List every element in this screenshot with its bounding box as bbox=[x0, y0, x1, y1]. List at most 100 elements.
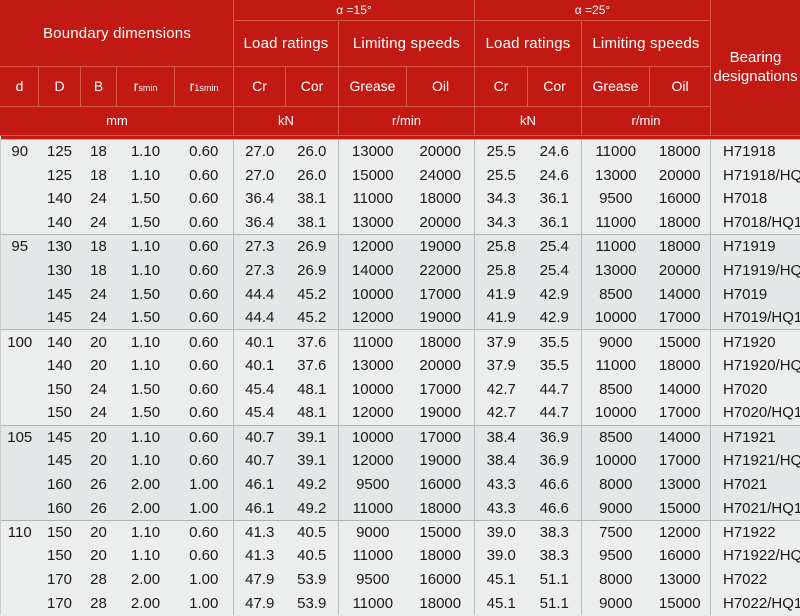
r1smin-sub: 1smin bbox=[194, 83, 219, 94]
header-col-cr-25: Cr bbox=[474, 66, 528, 107]
cell-bore-diameter bbox=[0, 282, 39, 307]
cell-bore-diameter bbox=[0, 401, 39, 426]
table-row[interactable]: 150 24 1.50 0.60 45.4 48.1 12000 19000 42.7 44.7 1… bbox=[0, 401, 800, 426]
table-row[interactable]: 145 24 1.50 0.60 44.4 45.2 12000 19000 41.9 42.9 1… bbox=[0, 306, 800, 330]
header-col-oil-25: Oil bbox=[649, 66, 711, 107]
table-row[interactable]: 125 18 1.10 0.60 27.0 26.0 15000 24000 25.5 24.6 1… bbox=[0, 163, 800, 188]
table-row[interactable]: 160 26 2.00 1.00 46.1 49.2 11000 18000 43.3 46.6 9… bbox=[0, 496, 800, 521]
cell-cor-25: 36.9 bbox=[527, 448, 582, 473]
cell-grease-15: 9500 bbox=[338, 472, 407, 497]
cell-cor-25: 36.1 bbox=[527, 187, 582, 211]
cell-rsmin: 1.10 bbox=[116, 234, 175, 259]
cell-width: 18 bbox=[80, 163, 117, 188]
cell-width: 24 bbox=[80, 210, 117, 235]
cell-outside-diameter: 150 bbox=[38, 401, 81, 426]
cell-grease-25: 13000 bbox=[581, 163, 650, 188]
cell-r1smin: 1.00 bbox=[174, 567, 234, 592]
cell-cor-15: 49.2 bbox=[285, 472, 339, 497]
cell-cor-25: 51.1 bbox=[527, 591, 582, 616]
cell-bore-diameter bbox=[0, 496, 39, 521]
cell-grease-15: 10000 bbox=[338, 424, 407, 449]
cell-oil-25: 15000 bbox=[649, 496, 711, 521]
cell-grease-15: 14000 bbox=[338, 258, 407, 283]
cell-cr-25: 45.1 bbox=[474, 591, 528, 616]
cell-cr-25: 41.9 bbox=[474, 282, 528, 307]
header-unit-kn-15: kN bbox=[233, 106, 339, 136]
cell-bore-diameter bbox=[0, 210, 39, 235]
cell-cr-25: 42.7 bbox=[474, 401, 528, 426]
cell-bore-diameter bbox=[0, 353, 39, 378]
header-load-ratings-15: Load ratings bbox=[233, 20, 339, 67]
table-row[interactable]: 150 20 1.10 0.60 41.3 40.5 11000 18000 39.0 38.3 9… bbox=[0, 544, 800, 568]
cell-cor-15: 26.9 bbox=[285, 234, 339, 259]
cell-outside-diameter: 130 bbox=[38, 234, 81, 259]
cell-bearing-designation: H7020/HQ1 bbox=[710, 401, 800, 426]
table-row[interactable]: 100 140 20 1.10 0.60 40.1 37.6 11000 18000 37.9 35… bbox=[0, 329, 800, 354]
table-row[interactable]: 170 28 2.00 1.00 47.9 53.9 9500 16000 45.1 51.1 80… bbox=[0, 567, 800, 592]
cell-outside-diameter: 125 bbox=[38, 139, 81, 164]
cell-rsmin: 1.10 bbox=[116, 544, 175, 568]
header-col-D: D bbox=[38, 66, 81, 107]
table-row[interactable]: 110 150 20 1.10 0.60 41.3 40.5 9000 15000 39.0 38.… bbox=[0, 519, 800, 545]
cell-bearing-designation: H7019/HQ1 bbox=[710, 306, 800, 330]
cell-outside-diameter: 140 bbox=[38, 329, 81, 354]
header-col-grease-25: Grease bbox=[581, 66, 650, 107]
cell-oil-15: 20000 bbox=[406, 353, 475, 378]
table-row[interactable]: 150 24 1.50 0.60 45.4 48.1 10000 17000 42.7 44.7 8… bbox=[0, 377, 800, 402]
cell-oil-25: 18000 bbox=[649, 353, 711, 378]
cell-rsmin: 1.50 bbox=[116, 401, 175, 426]
table-row[interactable]: 130 18 1.10 0.60 27.3 26.9 14000 22000 25.8 25.4 1… bbox=[0, 258, 800, 283]
table-row[interactable]: 90 125 18 1.10 0.60 27.0 26.0 13000 20000 25.5 24.… bbox=[0, 139, 800, 164]
table-body: 90 125 18 1.10 0.60 27.0 26.0 13000 20000 25.5 24.… bbox=[0, 139, 800, 616]
table-row[interactable]: 160 26 2.00 1.00 46.1 49.2 9500 16000 43.3 46.6 80… bbox=[0, 472, 800, 497]
cell-outside-diameter: 170 bbox=[38, 591, 81, 616]
table-row[interactable]: 145 20 1.10 0.60 40.7 39.1 12000 19000 38.4 36.9 1… bbox=[0, 448, 800, 473]
cell-bore-diameter bbox=[0, 448, 39, 473]
cell-width: 18 bbox=[80, 234, 117, 259]
cell-rsmin: 2.00 bbox=[116, 567, 175, 592]
table-row[interactable]: 140 20 1.10 0.60 40.1 37.6 13000 20000 37.9 35.5 1… bbox=[0, 353, 800, 378]
cell-rsmin: 1.10 bbox=[116, 329, 175, 354]
table-row[interactable]: 140 24 1.50 0.60 36.4 38.1 13000 20000 34.3 36.1 1… bbox=[0, 210, 800, 235]
cell-width: 26 bbox=[80, 472, 117, 497]
cell-bore-diameter bbox=[0, 258, 39, 283]
cell-width: 20 bbox=[80, 353, 117, 378]
cell-oil-25: 18000 bbox=[649, 210, 711, 235]
cell-grease-25: 11000 bbox=[581, 353, 650, 378]
header-row-angles: Boundary dimensions α =15° α =25° Bearin… bbox=[0, 0, 800, 136]
cell-width: 28 bbox=[80, 567, 117, 592]
cell-oil-15: 16000 bbox=[406, 567, 475, 592]
header-col-grease-15: Grease bbox=[338, 66, 407, 107]
cell-grease-15: 12000 bbox=[338, 234, 407, 259]
cell-bore-diameter: 105 bbox=[0, 424, 39, 449]
cell-cr-15: 44.4 bbox=[233, 306, 286, 330]
cell-r1smin: 0.60 bbox=[174, 306, 234, 330]
cell-width: 18 bbox=[80, 139, 117, 164]
cell-grease-25: 11000 bbox=[581, 139, 650, 164]
cell-width: 26 bbox=[80, 496, 117, 521]
table-row[interactable]: 140 24 1.50 0.60 36.4 38.1 11000 18000 34.3 36.1 9… bbox=[0, 187, 800, 211]
cell-grease-15: 10000 bbox=[338, 282, 407, 307]
table-row[interactable]: 95 130 18 1.10 0.60 27.3 26.9 12000 19000 25.8 25.… bbox=[0, 234, 800, 259]
cell-width: 24 bbox=[80, 401, 117, 426]
cell-bearing-designation: H71920 bbox=[710, 329, 800, 354]
cell-bearing-designation: H7018 bbox=[710, 187, 800, 211]
cell-oil-25: 18000 bbox=[649, 139, 711, 164]
cell-grease-25: 9000 bbox=[581, 591, 650, 616]
cell-grease-25: 9500 bbox=[581, 544, 650, 568]
cell-r1smin: 0.60 bbox=[174, 163, 234, 188]
table-row[interactable]: 105 145 20 1.10 0.60 40.7 39.1 10000 17000 38.4 36… bbox=[0, 424, 800, 449]
cell-outside-diameter: 150 bbox=[38, 544, 81, 568]
cell-bore-diameter bbox=[0, 544, 39, 568]
table-row[interactable]: 145 24 1.50 0.60 44.4 45.2 10000 17000 41.9 42.9 8… bbox=[0, 282, 800, 307]
cell-grease-25: 7500 bbox=[581, 519, 650, 545]
cell-grease-25: 8000 bbox=[581, 567, 650, 592]
cell-r1smin: 0.60 bbox=[174, 544, 234, 568]
cell-grease-25: 8500 bbox=[581, 282, 650, 307]
cell-oil-15: 19000 bbox=[406, 234, 475, 259]
cell-rsmin: 1.10 bbox=[116, 258, 175, 283]
cell-bore-diameter: 100 bbox=[0, 329, 39, 354]
table-row[interactable]: 170 28 2.00 1.00 47.9 53.9 11000 18000 45.1 51.1 9… bbox=[0, 591, 800, 616]
cell-cr-15: 27.3 bbox=[233, 258, 286, 283]
cell-bore-diameter bbox=[0, 377, 39, 402]
